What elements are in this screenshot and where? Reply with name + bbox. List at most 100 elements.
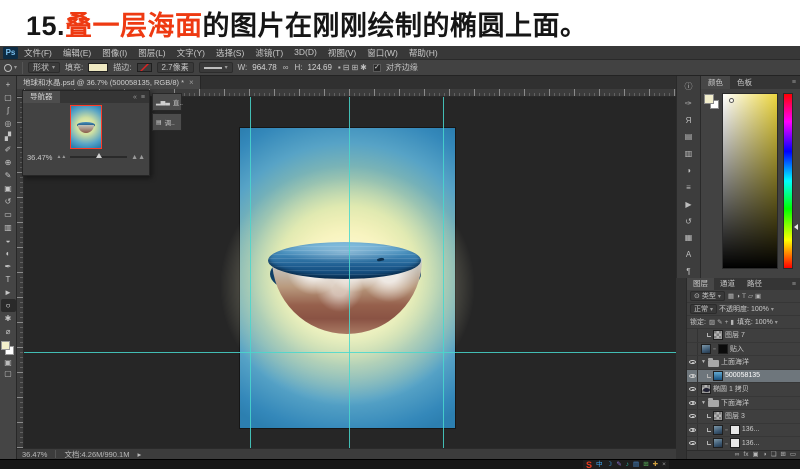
- layer-row[interactable]: ∞ 贴入: [687, 342, 800, 356]
- new-adjustment-layer-button[interactable]: ◑: [763, 451, 767, 459]
- hue-marker[interactable]: [794, 224, 798, 230]
- pen-tool[interactable]: ✒: [1, 260, 16, 273]
- layer-thumbnail[interactable]: [701, 384, 711, 395]
- menu-item-6[interactable]: 滤镜(T): [255, 47, 283, 59]
- tab-channels[interactable]: 通道: [714, 278, 741, 290]
- sogou-input-bar[interactable]: S 中 ☽ ✎ ♪ ▤ ⊞ ✚ ×: [583, 460, 669, 469]
- panel-menu-icon[interactable]: ≡: [792, 79, 800, 86]
- navigator-tab[interactable]: 导航器: [23, 91, 60, 103]
- marquee-tool[interactable]: ▢: [1, 91, 16, 104]
- layer-group-row[interactable]: ▼ 下面海洋: [687, 396, 800, 410]
- gear-icon[interactable]: ✱: [359, 63, 368, 72]
- eyedropper-tool[interactable]: ✐: [1, 143, 16, 156]
- zoom-slider[interactable]: [70, 153, 128, 158]
- width-value[interactable]: 964.78: [252, 63, 276, 72]
- layer-row[interactable]: ∞ 136...: [687, 423, 800, 437]
- tab-color[interactable]: 颜色: [701, 76, 730, 89]
- layer-thumbnail[interactable]: [713, 411, 723, 422]
- link-dimensions-icon[interactable]: ∞: [282, 63, 290, 72]
- pen-icon[interactable]: ✎: [616, 460, 621, 469]
- wrench-icon[interactable]: ×: [662, 460, 666, 469]
- tool-mode-select[interactable]: 形状 ▾: [28, 62, 61, 73]
- menu-item-4[interactable]: 文字(Y): [177, 47, 205, 59]
- collapse-panel-icon[interactable]: «: [133, 94, 137, 101]
- stroke-type-select[interactable]: ▾: [198, 62, 233, 73]
- layer-comps-panel-icon[interactable]: ▤: [680, 130, 698, 143]
- keyboard-icon[interactable]: ▤: [633, 460, 639, 469]
- quick-mask-button[interactable]: ▣: [4, 357, 12, 368]
- height-value[interactable]: 124.69: [307, 63, 331, 72]
- menu-item-7[interactable]: 3D(D): [294, 47, 317, 59]
- layer-thumbnail[interactable]: [701, 343, 711, 354]
- visibility-toggle[interactable]: [687, 423, 698, 436]
- lock-all-icon[interactable]: ▮: [729, 319, 735, 326]
- tab-paths[interactable]: 路径: [741, 278, 768, 290]
- chinese-mode-icon[interactable]: 中: [596, 460, 603, 469]
- eraser-tool[interactable]: ▭: [1, 208, 16, 221]
- crop-tool[interactable]: ▞: [1, 130, 16, 143]
- screen-mode-button[interactable]: ▢: [4, 368, 12, 379]
- layer-mask-thumbnail[interactable]: [729, 424, 740, 435]
- zoom-in-icon[interactable]: ▲▲: [131, 154, 145, 161]
- zoom-tool[interactable]: ⌀: [1, 325, 16, 338]
- panel-menu-icon[interactable]: ≡: [141, 94, 145, 101]
- add-layer-mask-button[interactable]: ▣: [752, 451, 758, 459]
- color-picker-marker[interactable]: [729, 98, 734, 103]
- layer-row[interactable]: ∞ 136...: [687, 437, 800, 450]
- blur-tool[interactable]: ◒: [1, 234, 16, 247]
- character-panel-icon[interactable]: A: [680, 248, 698, 261]
- delete-layer-button[interactable]: ▭: [790, 451, 796, 459]
- clone-stamp-tool[interactable]: ▣: [1, 182, 16, 195]
- menu-item-8[interactable]: 视图(V): [328, 47, 356, 59]
- layer-row[interactable]: 图层 3: [687, 410, 800, 424]
- opacity-value[interactable]: 100%: [751, 306, 769, 313]
- moon-icon[interactable]: ☽: [607, 460, 613, 469]
- actions-panel-icon[interactable]: ▶: [680, 198, 698, 211]
- history-panel-icon[interactable]: ↺: [680, 215, 698, 228]
- move-tool[interactable]: +: [1, 78, 16, 91]
- properties-panel-icon[interactable]: ≡: [680, 181, 698, 194]
- zoom-level-field[interactable]: 36.47%: [22, 450, 47, 459]
- layer-thumbnail[interactable]: [713, 438, 723, 449]
- visibility-toggle[interactable]: [687, 356, 698, 369]
- filter-type-select[interactable]: ⊙ 类型 ▾: [690, 291, 725, 301]
- visibility-toggle[interactable]: [687, 437, 698, 450]
- history-brush-tool[interactable]: ↺: [1, 195, 16, 208]
- tab-layers[interactable]: 图层: [687, 278, 714, 290]
- layer-thumbnail[interactable]: [713, 330, 723, 341]
- menu-item-1[interactable]: 编辑(E): [63, 47, 91, 59]
- blend-mode-select[interactable]: 正常 ▾: [690, 304, 718, 314]
- voice-icon[interactable]: ♪: [626, 460, 629, 469]
- layer-thumbnail[interactable]: [713, 370, 723, 381]
- path-arrangement-icon[interactable]: ⊞: [350, 63, 359, 72]
- menu-item-5[interactable]: 选择(S): [216, 47, 244, 59]
- hue-strip[interactable]: [783, 93, 793, 269]
- navigator-zoom-field[interactable]: 36.47%: [27, 153, 52, 162]
- layer-mask-thumbnail[interactable]: [717, 343, 728, 354]
- expand-caret-icon[interactable]: ▼: [701, 359, 706, 365]
- stroke-swatch[interactable]: [136, 63, 152, 72]
- layer-row[interactable]: 椭圆 1 拷贝: [687, 383, 800, 397]
- lock-transparent-icon[interactable]: ▨: [708, 319, 716, 326]
- new-group-button[interactable]: ❏: [771, 451, 777, 459]
- layer-row[interactable]: 图层 7: [687, 329, 800, 343]
- clipboard-icon[interactable]: ⊞: [643, 460, 648, 469]
- filter-smart-objects-icon[interactable]: ▣: [754, 293, 762, 300]
- foreground-color-swatch[interactable]: [1, 341, 10, 350]
- fill-value[interactable]: 100%: [755, 319, 773, 326]
- adjustments-panel-button[interactable]: ▤ 调..: [152, 113, 182, 131]
- lasso-tool[interactable]: ʃ: [1, 104, 16, 117]
- visibility-toggle[interactable]: [687, 410, 698, 423]
- filter-shape-layers-icon[interactable]: ▱: [747, 293, 754, 300]
- layer-row[interactable]: 500058135: [687, 369, 800, 383]
- styles-panel-icon[interactable]: ▦: [680, 231, 698, 244]
- path-selection-tool[interactable]: ►: [1, 286, 16, 299]
- zoom-slider-thumb[interactable]: [96, 153, 103, 158]
- tab-swatches[interactable]: 色板: [730, 76, 759, 89]
- adjustments-panel-icon[interactable]: ◑: [680, 164, 698, 177]
- sogou-logo[interactable]: S: [586, 460, 592, 469]
- fill-swatch[interactable]: [88, 63, 109, 72]
- gradient-tool[interactable]: ▥: [1, 221, 16, 234]
- expand-caret-icon[interactable]: ▼: [701, 400, 706, 406]
- zoom-out-icon[interactable]: ▲▲: [56, 154, 66, 160]
